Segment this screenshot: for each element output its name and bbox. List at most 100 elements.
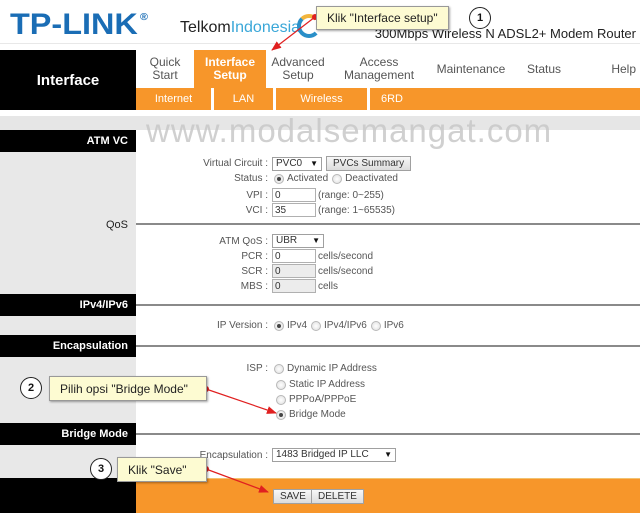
- vpi-range: (range: 0~255): [318, 189, 384, 201]
- bridge-mode-label: Bridge Mode: [289, 409, 346, 420]
- registered-mark: ®: [139, 12, 148, 23]
- isp-dynamic-ip-option[interactable]: Dynamic IP Address: [274, 363, 377, 374]
- scr-input[interactable]: [272, 264, 316, 278]
- save-button[interactable]: SAVE: [273, 489, 313, 504]
- pcr-row: PCR : cells/second: [150, 249, 373, 263]
- mbs-unit: cells: [318, 280, 339, 292]
- radio-bridge-mode[interactable]: [276, 409, 286, 420]
- subtab-6rd[interactable]: 6RD: [370, 88, 414, 110]
- pcr-input[interactable]: [272, 249, 316, 263]
- pppoa-pppoe-label: PPPoA/PPPoE: [289, 394, 357, 405]
- vci-row: VCI : (range: 1~65535): [150, 203, 395, 217]
- vci-input[interactable]: [272, 203, 316, 217]
- sub-tabs: Internet LAN Wireless 6RD: [136, 88, 640, 110]
- ipv6-label: IPv6: [383, 320, 404, 331]
- pcr-unit: cells/second: [318, 250, 374, 262]
- mbs-input[interactable]: [272, 279, 316, 293]
- subtab-lan[interactable]: LAN: [214, 88, 276, 110]
- brand-name: TP-LINK: [10, 8, 138, 41]
- isp-pppoa-pppoe-option[interactable]: PPPoA/PPPoE: [276, 394, 356, 405]
- static-ip-label: Static IP Address: [289, 379, 365, 390]
- scr-label: SCR :: [241, 265, 268, 277]
- bridge-encapsulation-value: 1483 Bridged IP LLC: [276, 449, 369, 460]
- section-atm-vc: ATM VC: [0, 130, 136, 152]
- virtual-circuit-value: PVC0: [276, 157, 303, 169]
- ipv4-option[interactable]: IPv4: [274, 320, 307, 331]
- watermark-text: www.modalsemangat.com: [146, 112, 553, 149]
- tab-interface-setup[interactable]: Interface Setup: [194, 50, 266, 88]
- isp-label: ISP :: [246, 363, 269, 374]
- scr-unit: cells/second: [318, 265, 374, 277]
- footer-left: [0, 478, 136, 513]
- radio-activated[interactable]: [274, 173, 284, 184]
- dynamic-ip-label: Dynamic IP Address: [287, 363, 377, 374]
- section-qos: QoS: [105, 219, 128, 231]
- atm-qos-value: UBR: [276, 235, 298, 246]
- dropdown-arrow-icon: ▼: [384, 450, 392, 459]
- tab-help[interactable]: Help: [574, 50, 640, 88]
- bridge-encapsulation-select[interactable]: 1483 Bridged IP LLC ▼: [272, 448, 396, 462]
- section-encapsulation: Encapsulation: [0, 335, 136, 357]
- atm-qos-row: ATM QoS : UBR ▼: [150, 234, 324, 248]
- dropdown-arrow-icon: ▼: [310, 158, 318, 168]
- atm-qos-label: ATM QoS :: [219, 235, 268, 247]
- ip-version-row: IP Version : IPv4 IPv4/IPv6 IPv6: [150, 320, 408, 331]
- tab-advanced-setup[interactable]: Advanced Setup: [266, 50, 330, 88]
- ipv6-option[interactable]: IPv6: [370, 320, 404, 331]
- tab-maintenance[interactable]: Maintenance: [428, 50, 514, 88]
- section-ip-version: IPv4/IPv6: [0, 294, 136, 316]
- ipv4-ipv6-option[interactable]: IPv4/IPv6: [311, 320, 367, 331]
- step-badge-1: 1: [469, 7, 491, 29]
- radio-ipv6[interactable]: [370, 320, 381, 331]
- vpi-row: VPI : (range: 0~255): [150, 188, 384, 202]
- section-bridge-mode: Bridge Mode: [0, 423, 136, 445]
- activated-label: Activated: [287, 173, 329, 184]
- tplink-logo: TP-LINK ®: [10, 8, 148, 42]
- isp-logo-part1: Telkom: [180, 19, 231, 36]
- radio-dynamic-ip[interactable]: [274, 363, 284, 374]
- scr-row: SCR : cells/second: [150, 264, 373, 278]
- subtab-internet[interactable]: Internet: [136, 88, 214, 110]
- step-badge-3: 3: [90, 458, 112, 480]
- arrow-2: [205, 388, 277, 414]
- ip-version-label: IP Version :: [217, 320, 268, 331]
- isp-row: ISP : Dynamic IP Address: [150, 363, 381, 374]
- dropdown-arrow-icon: ▼: [312, 236, 320, 245]
- subtab-wireless[interactable]: Wireless: [276, 88, 370, 110]
- divider-ip-version: [136, 304, 640, 306]
- isp-static-ip-option[interactable]: Static IP Address: [276, 379, 365, 390]
- delete-button[interactable]: DELETE: [311, 489, 364, 504]
- atm-qos-select[interactable]: UBR ▼: [272, 234, 324, 248]
- step-badge-2: 2: [20, 377, 42, 399]
- virtual-circuit-label: Virtual Circuit :: [203, 158, 268, 169]
- deactivated-label: Deactivated: [345, 173, 398, 184]
- vpi-label: VPI :: [246, 189, 268, 201]
- divider-qos: [136, 223, 640, 225]
- radio-ipv4-ipv6[interactable]: [311, 320, 322, 331]
- left-column: [0, 130, 136, 513]
- status-row: Status : Activated Deactivated: [150, 173, 402, 184]
- tab-access-management[interactable]: Access Management: [330, 50, 428, 88]
- radio-deactivated[interactable]: [332, 173, 343, 184]
- vpi-input[interactable]: [272, 188, 316, 202]
- status-label: Status :: [234, 173, 268, 184]
- vci-range: (range: 1~65535): [318, 204, 396, 216]
- divider-encapsulation: [136, 345, 640, 347]
- radio-static-ip[interactable]: [276, 379, 286, 390]
- ipv4-label: IPv4: [287, 320, 308, 331]
- isp-logo-part2: Indonesia: [230, 19, 301, 36]
- ipv4-ipv6-label: IPv4/IPv6: [324, 320, 367, 331]
- tab-quick-start[interactable]: Quick Start: [136, 50, 194, 88]
- pvcs-summary-button[interactable]: PVCs Summary: [326, 156, 412, 171]
- virtual-circuit-select[interactable]: PVC0 ▼: [272, 156, 322, 171]
- radio-pppoa-pppoe[interactable]: [276, 394, 286, 405]
- divider-bridge-mode: [136, 433, 640, 435]
- status-deactivated-option[interactable]: Deactivated: [332, 173, 398, 184]
- callout-1: Klik "Interface setup": [316, 6, 449, 30]
- nav-section-title: Interface: [0, 50, 136, 110]
- isp-bridge-mode-option[interactable]: Bridge Mode: [276, 409, 346, 420]
- tab-status[interactable]: Status: [514, 50, 574, 88]
- radio-ipv4[interactable]: [274, 320, 284, 331]
- status-activated-option[interactable]: Activated: [274, 173, 328, 184]
- footer-bar: SAVE DELETE: [136, 478, 640, 513]
